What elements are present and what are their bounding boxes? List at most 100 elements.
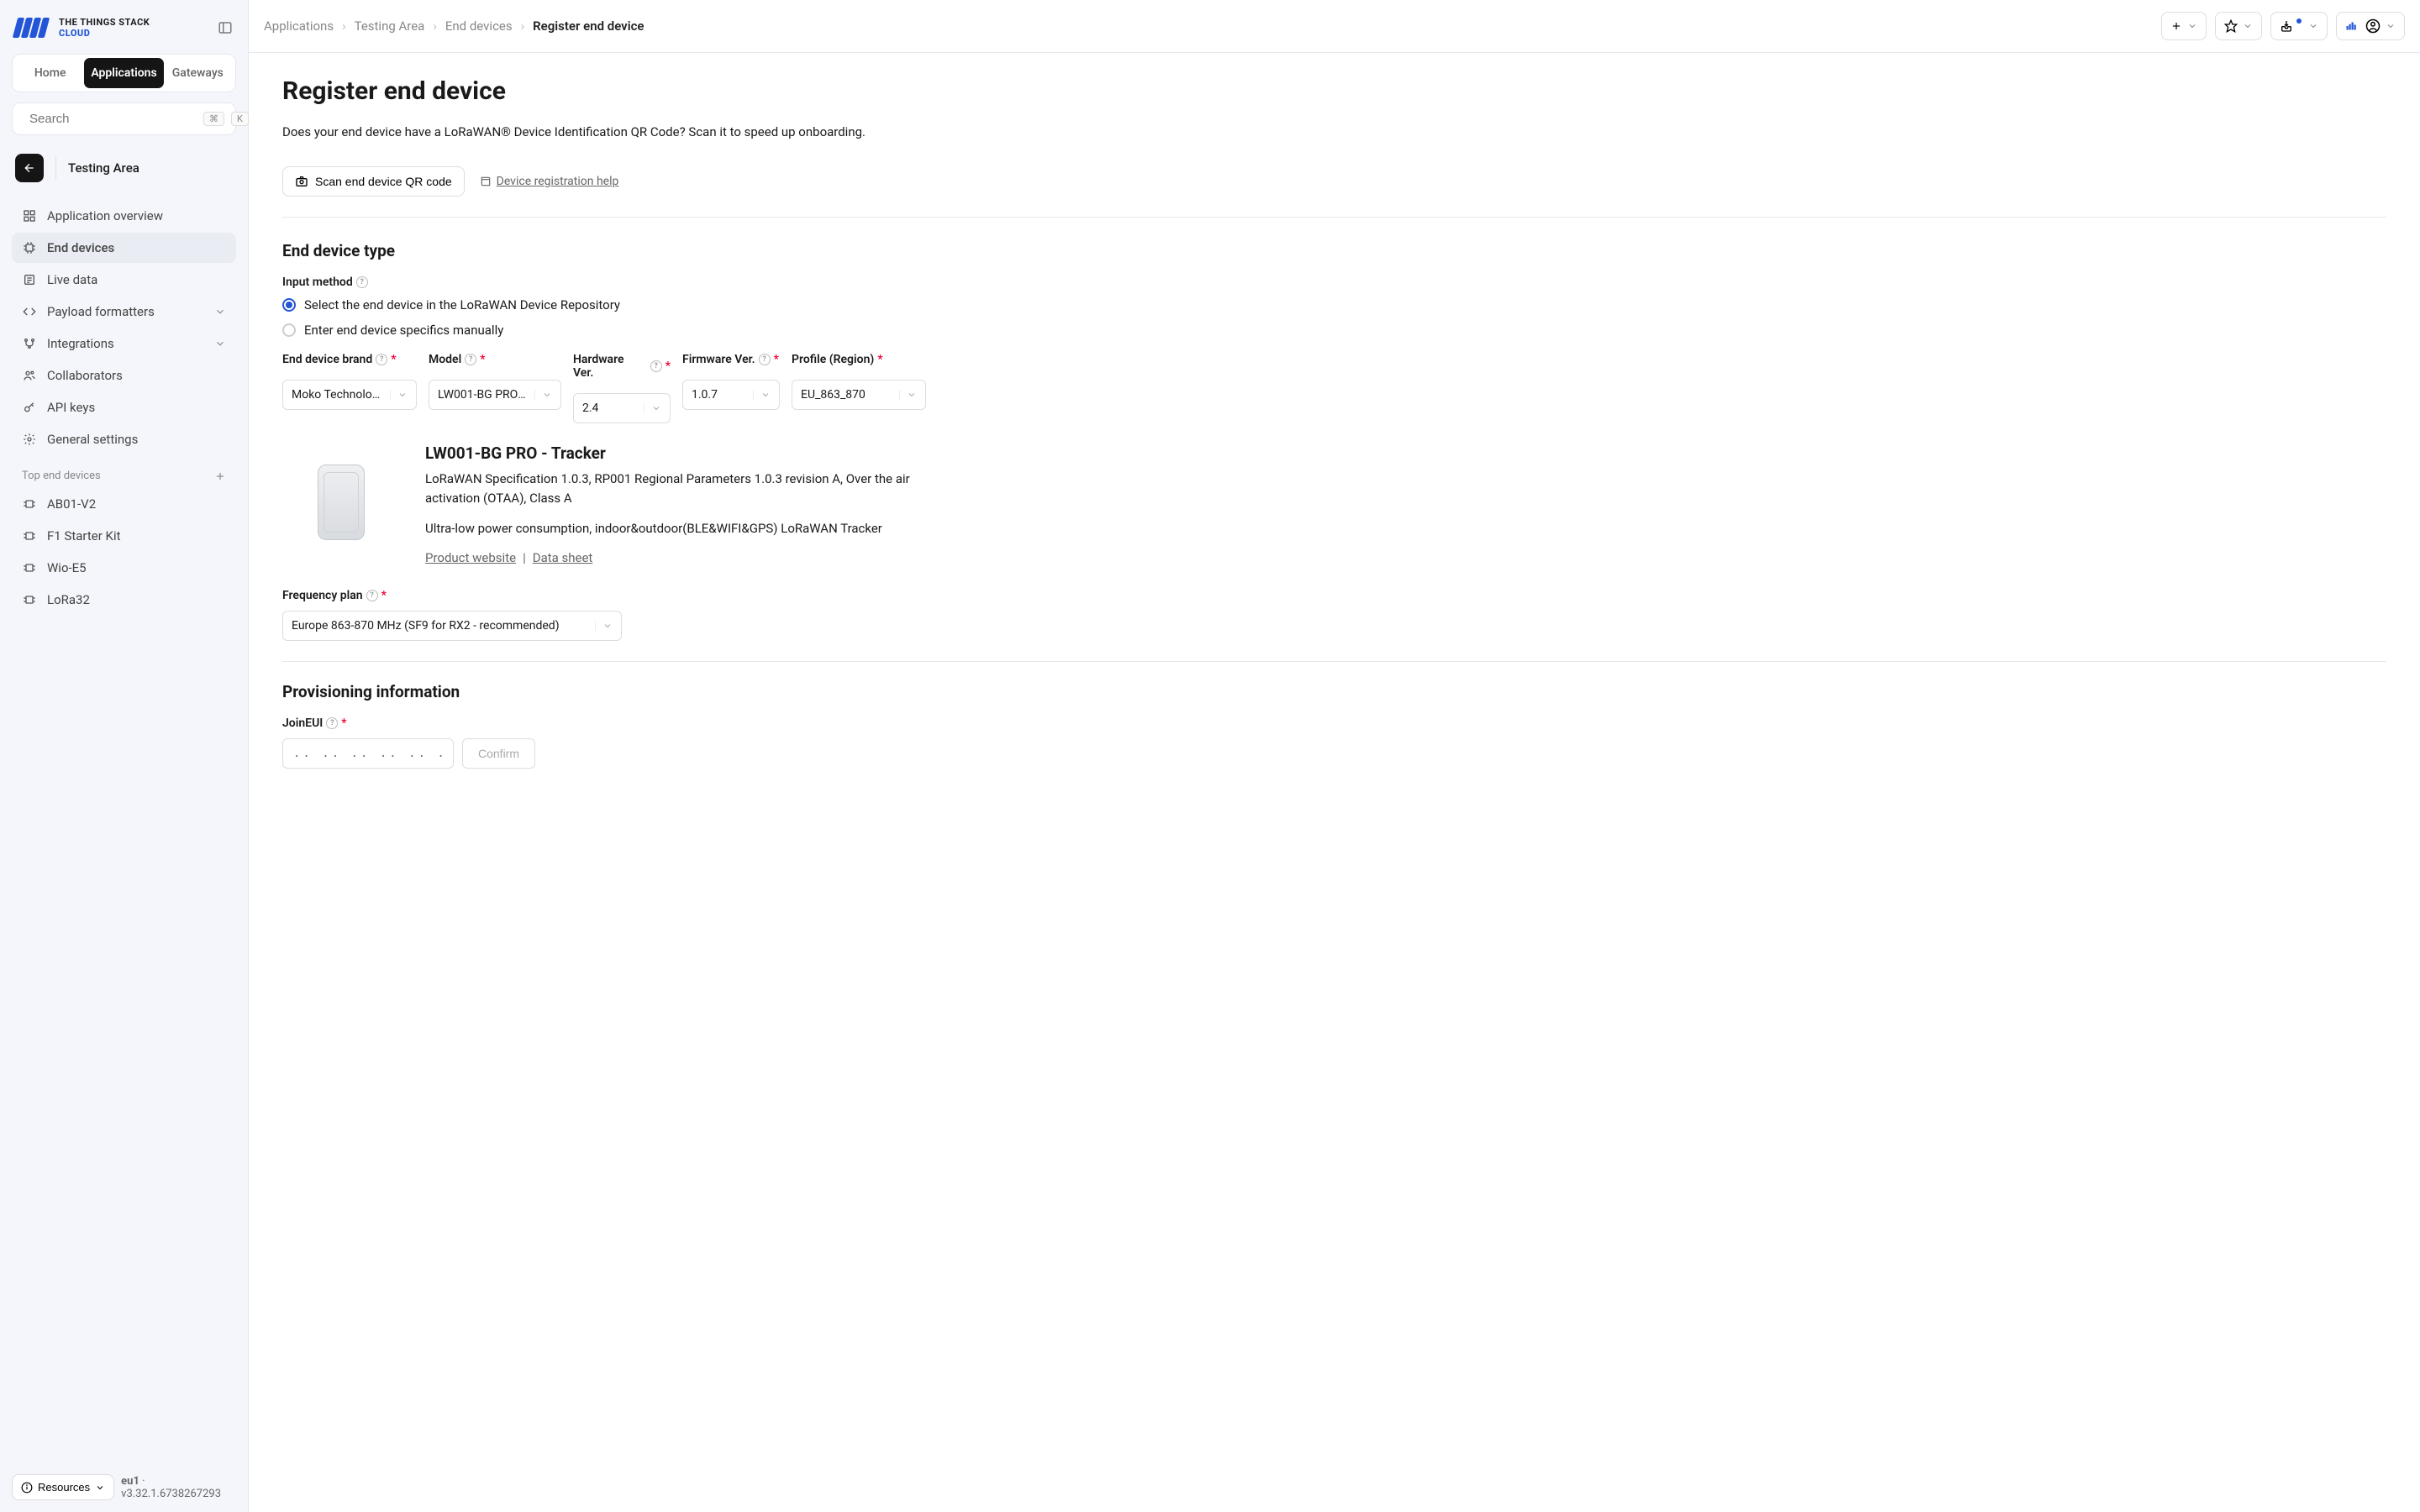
help-icon[interactable]: ? — [326, 717, 338, 729]
scan-qr-button[interactable]: Scan end device QR code — [282, 166, 465, 197]
crumb-current: Register end device — [533, 18, 644, 34]
sidebar-item-payload-formatters[interactable]: Payload formatters — [12, 297, 236, 327]
confirm-button[interactable]: Confirm — [462, 738, 535, 769]
search-input[interactable] — [29, 112, 197, 126]
device-spec: LoRaWAN Specification 1.0.3, RP001 Regio… — [425, 470, 946, 507]
camera-icon — [295, 175, 308, 188]
sidebar-item-general-settings[interactable]: General settings — [12, 424, 236, 454]
inbox-button[interactable] — [2270, 12, 2328, 40]
top-device-item[interactable]: AB01-V2 — [12, 489, 236, 519]
profile-button[interactable] — [2336, 12, 2405, 40]
help-icon[interactable]: ? — [376, 354, 387, 365]
device-name: LoRa32 — [47, 592, 90, 607]
sidebar-item-integrations[interactable]: Integrations — [12, 328, 236, 359]
sidebar-item-collaborators[interactable]: Collaborators — [12, 360, 236, 391]
device-name: F1 Starter Kit — [47, 528, 121, 543]
chevron-down-icon — [899, 390, 917, 400]
topbar: Applications › Testing Area › End device… — [249, 0, 2420, 53]
grid-icon — [22, 208, 37, 223]
device-description: Ultra-low power consumption, indoor&outd… — [425, 519, 946, 538]
section-provisioning: Provisioning information — [282, 682, 2386, 701]
product-website-link[interactable]: Product website — [425, 550, 516, 565]
code-icon — [22, 304, 37, 319]
logo-mark-icon — [15, 18, 50, 38]
frequency-plan-select[interactable]: Europe 863-870 MHz (SF9 for RX2 - recomm… — [282, 611, 622, 641]
chevron-down-icon — [2243, 21, 2253, 31]
sidebar-item-live-data[interactable]: Live data — [12, 265, 236, 295]
fw-select[interactable]: 1.0.7 — [682, 380, 780, 410]
main-area: Applications › Testing Area › End device… — [249, 0, 2420, 1512]
device-card: LW001-BG PRO - Tracker LoRaWAN Specifica… — [282, 444, 2386, 565]
user-icon — [2365, 18, 2381, 34]
top-actions — [2161, 12, 2405, 40]
sidebar-item-overview[interactable]: Application overview — [12, 201, 236, 231]
back-button[interactable] — [15, 154, 44, 182]
crumb-testing-area[interactable]: Testing Area — [355, 18, 425, 34]
list-icon — [22, 272, 37, 287]
chip-icon — [22, 496, 37, 512]
sidebar-label: Integrations — [47, 336, 114, 351]
radio-unchecked-icon — [282, 323, 296, 337]
chevron-down-icon — [534, 390, 552, 400]
chevron-down-icon — [214, 338, 226, 349]
help-icon[interactable]: ? — [650, 360, 662, 372]
sidebar-footer: Resources eu1 · v3.32.1.6738267293 — [12, 1464, 236, 1500]
top-device-item[interactable]: F1 Starter Kit — [12, 521, 236, 551]
chevron-down-icon — [2187, 21, 2197, 31]
device-name: Wio-E5 — [47, 560, 87, 575]
device-name: AB01-V2 — [47, 496, 96, 512]
arrow-left-icon — [23, 161, 36, 175]
radio-repository[interactable]: Select the end device in the LoRaWAN Dev… — [282, 297, 2386, 312]
hw-select[interactable]: 2.4 — [573, 393, 671, 423]
help-icon[interactable]: ? — [759, 354, 771, 365]
radio-manual[interactable]: Enter end device specifics manually — [282, 323, 2386, 338]
book-icon — [480, 176, 492, 187]
sidebar-item-api-keys[interactable]: API keys — [12, 392, 236, 423]
model-select[interactable]: LW001-BG PRO … — [429, 380, 561, 410]
star-icon — [2224, 19, 2238, 33]
section-end-device-type: End device type — [282, 241, 2386, 260]
collapse-sidebar-icon[interactable] — [218, 20, 233, 35]
help-icon[interactable]: ? — [465, 354, 476, 365]
sidebar-item-end-devices[interactable]: End devices — [12, 233, 236, 263]
search-box[interactable]: ⌘ K — [12, 102, 236, 135]
resources-button[interactable]: Resources — [12, 1474, 114, 1500]
chip-icon — [22, 560, 37, 575]
sidebar-label: General settings — [47, 432, 138, 447]
version-text: v3.32.1.6738267293 — [121, 1488, 221, 1500]
nav-tabs: Home Applications Gateways — [12, 54, 236, 92]
fw-label: Firmware Ver. — [682, 353, 755, 366]
chevron-down-icon — [753, 390, 771, 400]
sidebar-label: Live data — [47, 272, 97, 287]
add-button[interactable] — [2161, 12, 2207, 40]
input-method-label: Input method ? — [282, 276, 2386, 289]
data-sheet-link[interactable]: Data sheet — [533, 550, 593, 565]
brand-select[interactable]: Moko Technolo… — [282, 380, 417, 410]
key-icon — [22, 400, 37, 415]
crumb-applications[interactable]: Applications — [264, 18, 334, 34]
brand-line1: THE THINGS STACK — [59, 17, 150, 28]
hw-label: Hardware Ver. — [573, 353, 647, 380]
page-title: Register end device — [282, 76, 2386, 106]
help-icon[interactable]: ? — [356, 276, 368, 288]
cluster-name: eu1 — [121, 1475, 139, 1488]
nav-tab-applications[interactable]: Applications — [84, 58, 163, 88]
profile-select[interactable]: EU_863_870 — [792, 380, 926, 410]
plus-icon[interactable] — [214, 470, 226, 482]
help-icon[interactable]: ? — [366, 590, 378, 601]
nav-tab-home[interactable]: Home — [16, 58, 84, 88]
device-image — [282, 444, 400, 561]
device-registration-help-link[interactable]: Device registration help — [480, 175, 619, 188]
top-device-item[interactable]: Wio-E5 — [12, 553, 236, 583]
top-device-item[interactable]: LoRa32 — [12, 585, 236, 615]
joineui-input[interactable] — [282, 738, 454, 769]
nav-tab-gateways[interactable]: Gateways — [164, 58, 232, 88]
chevron-down-icon — [2386, 21, 2396, 31]
qr-prompt-text: Does your end device have a LoRaWAN® Dev… — [282, 124, 2386, 139]
sidebar-label: API keys — [47, 400, 95, 415]
crumb-end-devices[interactable]: End devices — [445, 18, 513, 34]
brand-line2: CLOUD — [59, 28, 150, 39]
star-button[interactable] — [2215, 12, 2262, 40]
kbd-cmd: ⌘ — [203, 112, 224, 126]
context-back-row: Testing Area — [12, 150, 236, 186]
